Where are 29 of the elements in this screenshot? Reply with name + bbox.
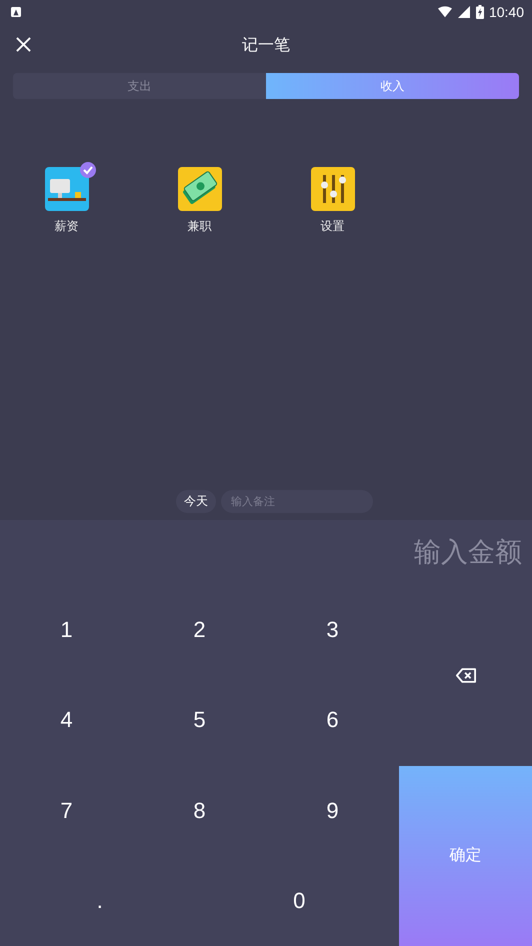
sliders-icon[interactable] bbox=[310, 167, 354, 211]
amount-field[interactable]: 输入金额 bbox=[0, 520, 532, 585]
date-button[interactable]: 今天 bbox=[176, 490, 216, 513]
number-key[interactable]: 9 bbox=[266, 766, 399, 856]
check-badge-icon bbox=[80, 162, 96, 178]
wifi-icon bbox=[438, 6, 452, 18]
desk-computer-icon[interactable] bbox=[44, 167, 88, 211]
number-key[interactable]: 8 bbox=[133, 766, 266, 856]
battery-icon bbox=[476, 5, 484, 19]
backspace-icon bbox=[456, 668, 476, 683]
signal-icon bbox=[456, 6, 471, 18]
category-label[interactable]: 兼职 bbox=[188, 218, 212, 235]
note-field[interactable]: 输入备注 bbox=[221, 490, 373, 513]
category-label[interactable]: 薪资 bbox=[54, 218, 78, 235]
number-key[interactable]: 4 bbox=[0, 675, 133, 766]
number-key[interactable]: 1 bbox=[0, 585, 133, 676]
number-key[interactable]: 6 bbox=[266, 675, 399, 766]
status-time: 10:40 bbox=[488, 4, 524, 20]
number-key[interactable]: 0 bbox=[200, 856, 399, 946]
number-key[interactable]: 7 bbox=[0, 766, 133, 856]
number-key[interactable]: 2 bbox=[133, 585, 266, 676]
category-label[interactable]: 设置 bbox=[320, 218, 344, 235]
banknotes-icon[interactable] bbox=[178, 167, 222, 211]
number-key[interactable]: 3 bbox=[266, 585, 399, 676]
notification-icon bbox=[11, 7, 21, 17]
number-key[interactable]: . bbox=[0, 856, 200, 946]
close-icon[interactable] bbox=[16, 37, 31, 52]
number-key[interactable]: 5 bbox=[133, 675, 266, 766]
page-title: 记一笔 bbox=[242, 34, 290, 56]
